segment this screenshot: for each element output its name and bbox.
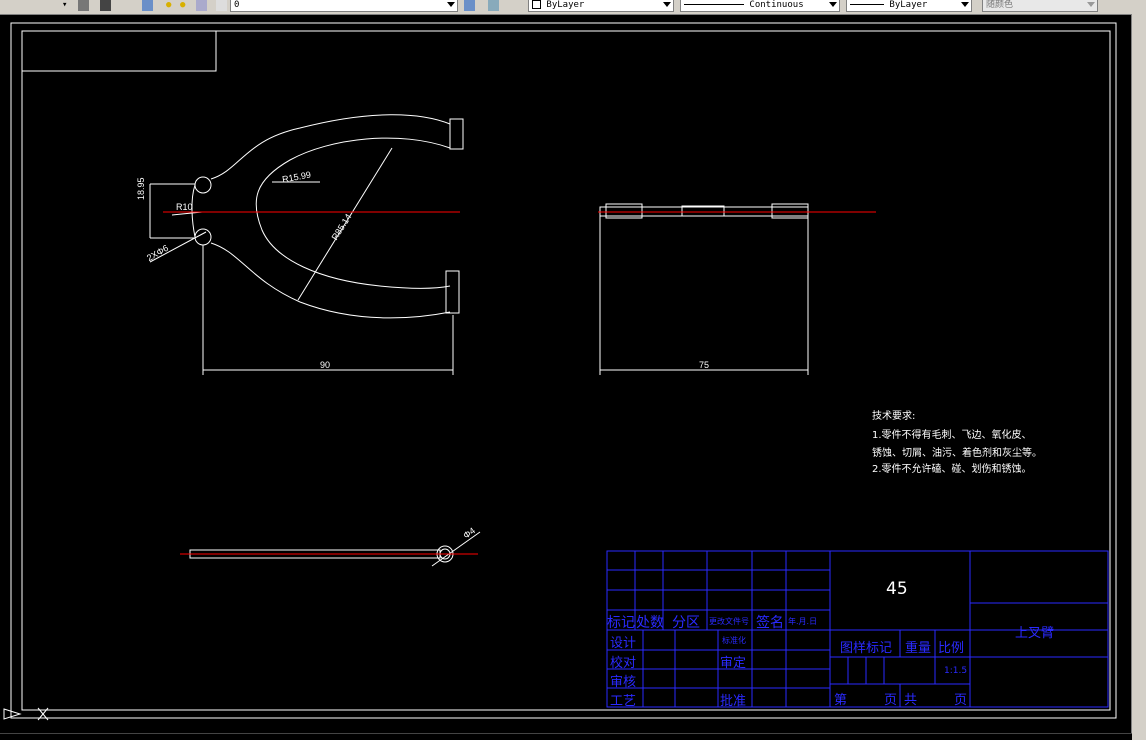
tb-sheet-label: 第 [834, 693, 848, 708]
chevron-down-icon [1087, 2, 1095, 7]
tb-page-label2: 页 [954, 693, 968, 708]
lower-tab [445, 270, 460, 314]
color-value: ByLayer [546, 0, 585, 10]
horizontal-scrollbar[interactable] [0, 733, 1132, 740]
drawing-canvas[interactable] [0, 14, 1132, 740]
linetype-value: Continuous [749, 0, 804, 10]
tb-weight-label: 重量 [905, 641, 932, 656]
front-view [149, 114, 464, 375]
linetype-sample-icon [684, 4, 744, 5]
layer-dropdown[interactable]: 0 [230, 0, 458, 12]
tb-marks-label: 标记 [607, 615, 635, 631]
part-name: 上叉臂 [1015, 626, 1055, 641]
dropdown-arrow-icon[interactable]: ▾ [62, 0, 73, 11]
tb-count-label: 处数 [636, 615, 664, 631]
tb-review-label: 审核 [610, 675, 637, 690]
material-value: 45 [886, 579, 908, 599]
chevron-down-icon [961, 2, 969, 7]
plotstyle-value: 随颜色 [986, 0, 1014, 10]
color-swatch-icon[interactable] [216, 0, 227, 11]
tb-standard-label: 标准化 [722, 636, 746, 645]
upper-tab [449, 118, 464, 150]
plotstyle-dropdown[interactable]: 随颜色 [982, 0, 1098, 12]
tb-design-label: 设计 [610, 636, 637, 651]
pin-view [189, 531, 481, 567]
tb-scale-value: 1:1.5 [944, 666, 968, 676]
dim-r10: R10 [176, 202, 193, 212]
layer-manager-icon[interactable] [142, 0, 153, 11]
tb-sign-label: 签名 [756, 615, 784, 631]
inner-border [21, 30, 1111, 711]
lower-outer-edge [210, 242, 451, 319]
chevron-down-icon [447, 2, 455, 7]
lock-icon[interactable] [196, 0, 207, 11]
tb-process-label: 工艺 [610, 694, 637, 709]
tech-requirement-line: 锈蚀、切屑、油污、着色剂和灰尘等。 [872, 448, 1042, 459]
tb-check-label: 校对 [610, 656, 637, 671]
properties-toolbar: ▾ ● ● 0 ByLayer Continuous ByLayer 随颜色 [0, 0, 1146, 15]
tb-stage-label: 图样标记 [840, 641, 893, 656]
color-square-icon [532, 0, 541, 9]
upper-outer-edge [210, 114, 451, 180]
tech-requirement-line: 1.零件不得有毛刺、飞边、氧化皮、 [872, 430, 1032, 441]
vertical-scrollbar[interactable] [1131, 14, 1146, 740]
tech-requirements-title: 技术要求: [872, 411, 916, 422]
layer-match-icon[interactable] [78, 0, 89, 11]
inner-arc [255, 137, 451, 289]
outer-border [10, 22, 1117, 719]
lineweight-sample-icon [850, 4, 884, 5]
upper-hole [194, 176, 212, 194]
side-view [599, 203, 809, 375]
tb-page-label: 页 [884, 693, 898, 708]
make-current-icon[interactable] [464, 0, 475, 11]
chevron-down-icon [663, 2, 671, 7]
dim-90: 90 [320, 360, 331, 370]
color-dropdown[interactable]: ByLayer [528, 0, 674, 12]
tb-audit-label: 审定 [720, 656, 747, 671]
tb-scale-label: 比例 [938, 641, 965, 656]
chevron-down-icon [829, 2, 837, 7]
layer-states-icon[interactable] [488, 0, 499, 11]
tech-requirement-line: 2.零件不允许磕、碰、划伤和锈蚀。 [872, 464, 1032, 475]
tb-change-doc-label: 更改文件号 [709, 617, 749, 626]
sun-icon[interactable]: ● [180, 0, 191, 11]
tb-approve-label: 批准 [720, 694, 747, 709]
linetype-dropdown[interactable]: Continuous [680, 0, 840, 12]
code-box [21, 30, 217, 72]
layer-value: 0 [234, 0, 240, 10]
tb-zone-label: 分区 [672, 615, 700, 631]
tb-total-label: 共 [904, 693, 918, 708]
lightbulb-icon[interactable]: ● [166, 0, 177, 11]
dim-1895: 18.95 [136, 177, 146, 200]
tb-date-label: 年.月.日 [788, 617, 818, 626]
lineweight-dropdown[interactable]: ByLayer [846, 0, 972, 12]
lineweight-value: ByLayer [889, 0, 928, 10]
layer-previous-icon[interactable] [100, 0, 111, 11]
dim-75: 75 [699, 360, 710, 370]
